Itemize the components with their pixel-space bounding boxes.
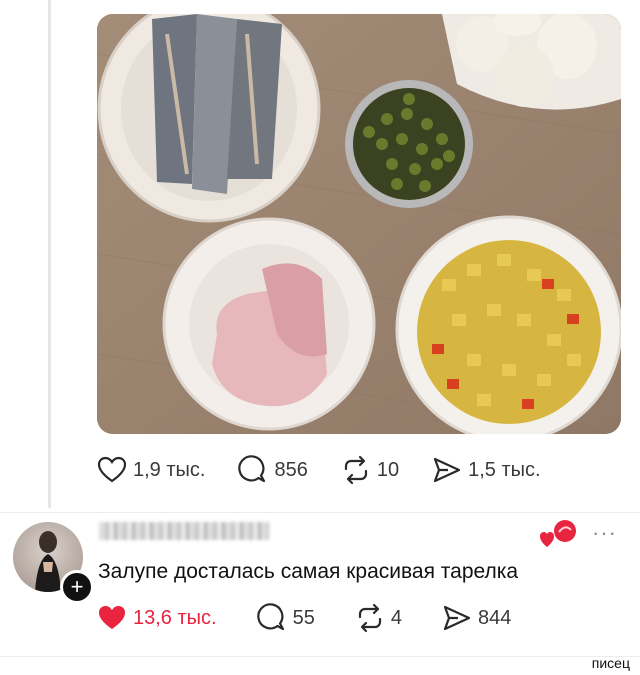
post-like-button[interactable]: 1,9 тыс.	[97, 456, 205, 484]
reply-text: Залупе досталась самая красивая тарелка	[98, 560, 519, 583]
comment-icon	[256, 603, 284, 631]
heart-icon	[97, 456, 127, 483]
more-icon[interactable]: ···	[592, 520, 617, 546]
reply-repost-count: 4	[390, 606, 402, 629]
reply-share-count: 844	[477, 606, 512, 629]
comment-icon	[238, 455, 266, 483]
repost-icon	[344, 455, 367, 485]
repost-icon	[358, 603, 381, 633]
reply-reply-button[interactable]: 55	[256, 603, 315, 633]
reply-like-count: 13,6 тыс.	[133, 606, 217, 629]
thread-line	[48, 0, 51, 508]
share-icon	[433, 457, 461, 483]
post-repost-count: 10	[376, 458, 400, 481]
follow-button[interactable]: +	[60, 570, 94, 604]
reply-reply-count: 55	[292, 606, 315, 629]
divider	[0, 656, 640, 657]
reply-share-button[interactable]: 844	[442, 604, 511, 632]
post-share-count: 1,5 тыс.	[468, 458, 541, 481]
reply-like-button[interactable]: 13,6 тыс.	[97, 604, 217, 632]
watermark: писец	[591, 655, 630, 671]
post-reply-button[interactable]: 856	[238, 455, 308, 485]
plus-icon: +	[70, 574, 84, 599]
heart-icon	[99, 606, 125, 629]
liked-heart-reaction-icon[interactable]	[539, 519, 579, 554]
post-actions: 1,9 тыс. 856 10 1,5 тыс.	[97, 455, 574, 485]
share-icon	[443, 605, 471, 631]
divider	[0, 512, 640, 513]
post-image[interactable]	[97, 14, 621, 434]
username-redacted	[99, 522, 269, 540]
post-reply-count: 856	[274, 458, 308, 481]
reply-repost-button[interactable]: 4	[355, 603, 402, 633]
post-like-count: 1,9 тыс.	[133, 458, 206, 481]
post-share-button[interactable]: 1,5 тыс.	[432, 456, 541, 484]
post-repost-button[interactable]: 10	[341, 455, 399, 485]
reply-actions: 13,6 тыс. 55 4 844	[97, 603, 511, 633]
